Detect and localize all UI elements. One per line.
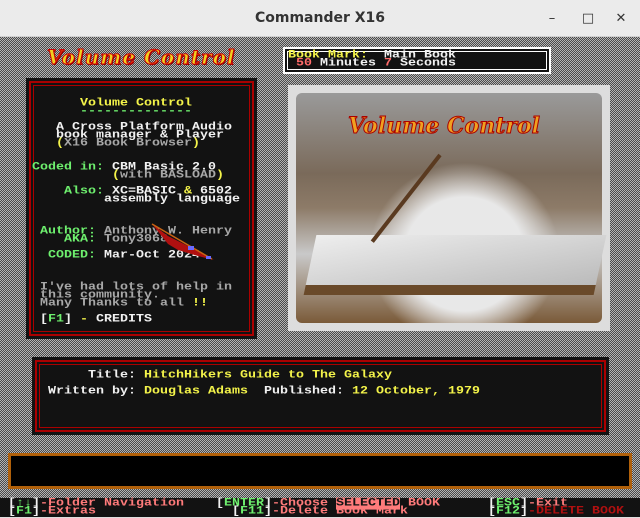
about-desc: (X16 Book Browser) — [56, 137, 200, 150]
minimize-button[interactable]: – — [542, 9, 562, 29]
coded-date-label: CODED: — [48, 249, 96, 262]
open-book-illustration — [303, 235, 607, 295]
aka-label: AKA: — [64, 233, 96, 246]
shortcut-extras[interactable]: [F1]-Extras — [8, 506, 96, 517]
shortcut-delete-book[interactable]: [F12]-DELETE BOOK — [488, 506, 624, 517]
credits-shortcut[interactable]: [F1] - CREDITS — [40, 314, 152, 325]
window-titlebar: Commander X16 – □ ✕ — [0, 0, 640, 37]
status-box — [8, 453, 632, 489]
also-label: Also: — [64, 185, 104, 198]
close-button[interactable]: ✕ — [611, 9, 631, 29]
about-underline: -------------- — [80, 105, 192, 118]
thanks-text: Many Thanks to all !! — [40, 297, 208, 310]
title-label: Title: — [88, 369, 136, 382]
cover-logo: Volume Control — [348, 113, 541, 140]
author-label: Written by: — [48, 385, 136, 398]
coded-with: (with BASLOAD) — [112, 169, 224, 182]
shortcut-delete-bookmark[interactable]: [F11]-Delete Book Mark — [232, 506, 408, 517]
bookmark-seconds: 7 — [384, 57, 392, 70]
feather-icon — [151, 223, 214, 260]
published-label: Published: — [264, 385, 344, 398]
cover-image: Volume Control — [288, 85, 610, 331]
minutes-label: Minutes — [320, 57, 376, 70]
volume-control-logo: Volume Control — [47, 45, 236, 70]
book-published: 12 October, 1979 — [352, 385, 480, 398]
book-title: HitchHikers Guide to The Galaxy — [144, 369, 392, 382]
also-value-2: assembly language — [104, 193, 240, 206]
seconds-label: Seconds — [400, 57, 456, 70]
book-author: Douglas Adams — [144, 385, 248, 398]
bookmark-minutes: 50 — [296, 57, 312, 70]
maximize-button[interactable]: □ — [578, 9, 598, 29]
coded-label: Coded in: — [32, 161, 104, 174]
